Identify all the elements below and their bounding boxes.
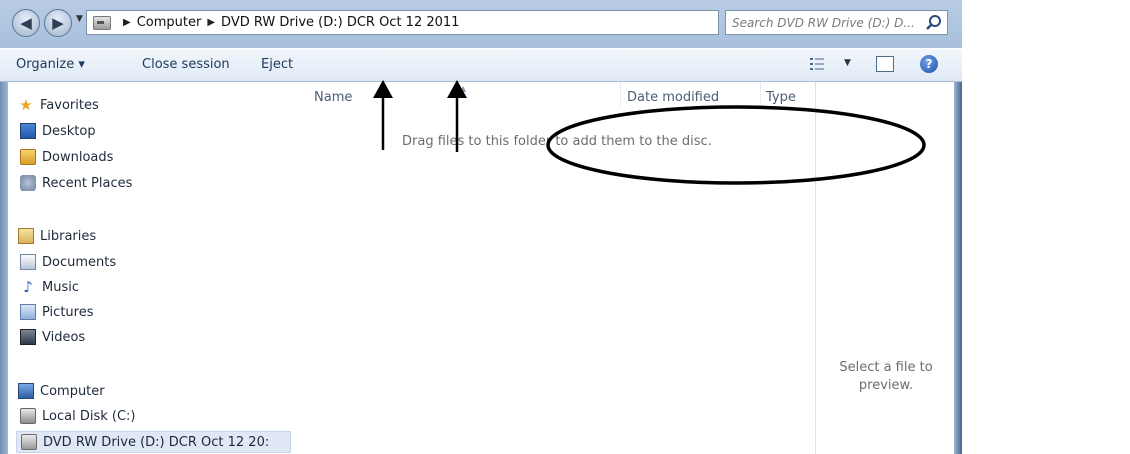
command-bar: Organize ▾ Close session Eject ▼ ? (0, 48, 962, 82)
nav-computer[interactable]: Computer (18, 382, 105, 400)
nav-local-disk[interactable]: Local Disk (C:) (20, 407, 135, 425)
nav-documents[interactable]: Documents (20, 253, 116, 271)
nav-recent-places-label: Recent Places (42, 175, 133, 191)
nav-pictures-label: Pictures (42, 304, 94, 320)
forward-button[interactable]: ▶ (44, 9, 72, 37)
back-button[interactable]: ◀ (12, 9, 40, 37)
dvd-drive-icon (21, 434, 37, 450)
preview-text-line2: preview. (858, 378, 914, 393)
nav-recent-places[interactable]: Recent Places (20, 174, 132, 192)
address-bar[interactable]: ▶ Computer ▶ DVD RW Drive (D:) DCR Oct 1… (86, 10, 801, 35)
sort-ascending-icon: ▲ (460, 84, 467, 93)
nav-music[interactable]: ♪ Music (20, 278, 79, 296)
music-icon: ♪ (23, 278, 33, 296)
nav-dvd-drive[interactable]: DVD RW Drive (D:) DCR Oct 12 20: (16, 431, 291, 453)
nav-favorites-label: Favorites (40, 97, 99, 113)
breadcrumb-dvd-drive[interactable]: DVD RW Drive (D:) DCR Oct 12 2011 (221, 15, 459, 30)
breadcrumb-computer[interactable]: Computer (137, 15, 202, 30)
preview-placeholder-text: Select a file to preview. (826, 359, 946, 395)
explorer-window: ◀ ▶ ▼ ▶ Computer ▶ DVD RW Drive (D:) DCR… (0, 0, 962, 454)
nav-computer-label: Computer (40, 383, 105, 399)
nav-downloads-label: Downloads (42, 149, 114, 165)
videos-icon (20, 329, 36, 345)
preview-text-line1: Select a file to (839, 360, 933, 375)
nav-pictures[interactable]: Pictures (20, 303, 93, 321)
forward-arrow-icon: ▶ (52, 14, 64, 32)
column-header-name[interactable]: Name (314, 90, 352, 105)
file-list-pane[interactable]: Name ▲ Date modified Type Drag files to … (292, 82, 815, 454)
help-icon[interactable]: ? (920, 55, 938, 73)
recent-places-icon (20, 175, 36, 191)
local-disk-icon (20, 408, 36, 424)
address-bar-region: ◀ ▶ ▼ ▶ Computer ▶ DVD RW Drive (D:) DCR… (0, 0, 962, 48)
pictures-icon (20, 304, 36, 320)
nav-desktop-label: Desktop (42, 123, 96, 139)
breadcrumb-separator[interactable]: ▶ (207, 17, 215, 28)
search-icon[interactable] (925, 14, 943, 31)
column-divider[interactable] (620, 82, 621, 106)
documents-icon (20, 254, 36, 270)
back-arrow-icon: ◀ (20, 14, 32, 32)
close-session-button[interactable]: Close session (142, 57, 230, 72)
nav-local-disk-label: Local Disk (C:) (42, 408, 136, 424)
eject-button[interactable]: Eject (261, 57, 293, 72)
column-divider[interactable] (760, 82, 761, 106)
nav-libraries-label: Libraries (40, 228, 97, 244)
nav-favorites[interactable]: ★ Favorites (18, 96, 99, 114)
breadcrumb-separator[interactable]: ▶ (123, 17, 131, 28)
nav-dvd-drive-label: DVD RW Drive (D:) DCR Oct 12 20: (43, 434, 270, 450)
nav-libraries[interactable]: Libraries (18, 227, 96, 245)
nav-videos-label: Videos (42, 329, 86, 345)
computer-icon (18, 383, 34, 399)
preview-pane-toggle-icon[interactable] (876, 56, 894, 72)
nav-videos[interactable]: Videos (20, 328, 85, 346)
desktop-icon (20, 123, 36, 139)
favorites-star-icon: ★ (19, 96, 33, 114)
search-input[interactable] (732, 14, 918, 31)
nav-desktop[interactable]: Desktop (20, 122, 96, 140)
dvd-drive-icon (93, 15, 111, 30)
change-view-icon[interactable] (810, 57, 824, 71)
view-options-dropdown-icon[interactable]: ▼ (844, 58, 851, 68)
navigation-pane: ★ Favorites Desktop Downloads Recent Pla… (8, 82, 293, 454)
column-header-type[interactable]: Type (766, 90, 796, 105)
libraries-icon (18, 228, 34, 244)
organize-button[interactable]: Organize ▾ (16, 57, 85, 72)
search-box[interactable] (725, 10, 948, 35)
column-header-date-modified[interactable]: Date modified (627, 90, 719, 105)
downloads-folder-icon (20, 149, 36, 165)
history-dropdown-icon[interactable]: ▼ (76, 14, 83, 24)
nav-documents-label: Documents (42, 254, 117, 270)
preview-pane: Select a file to preview. (815, 82, 954, 454)
empty-folder-message: Drag files to this folder to add them to… (402, 134, 712, 149)
nav-music-label: Music (42, 279, 79, 295)
nav-downloads[interactable]: Downloads (20, 148, 113, 166)
